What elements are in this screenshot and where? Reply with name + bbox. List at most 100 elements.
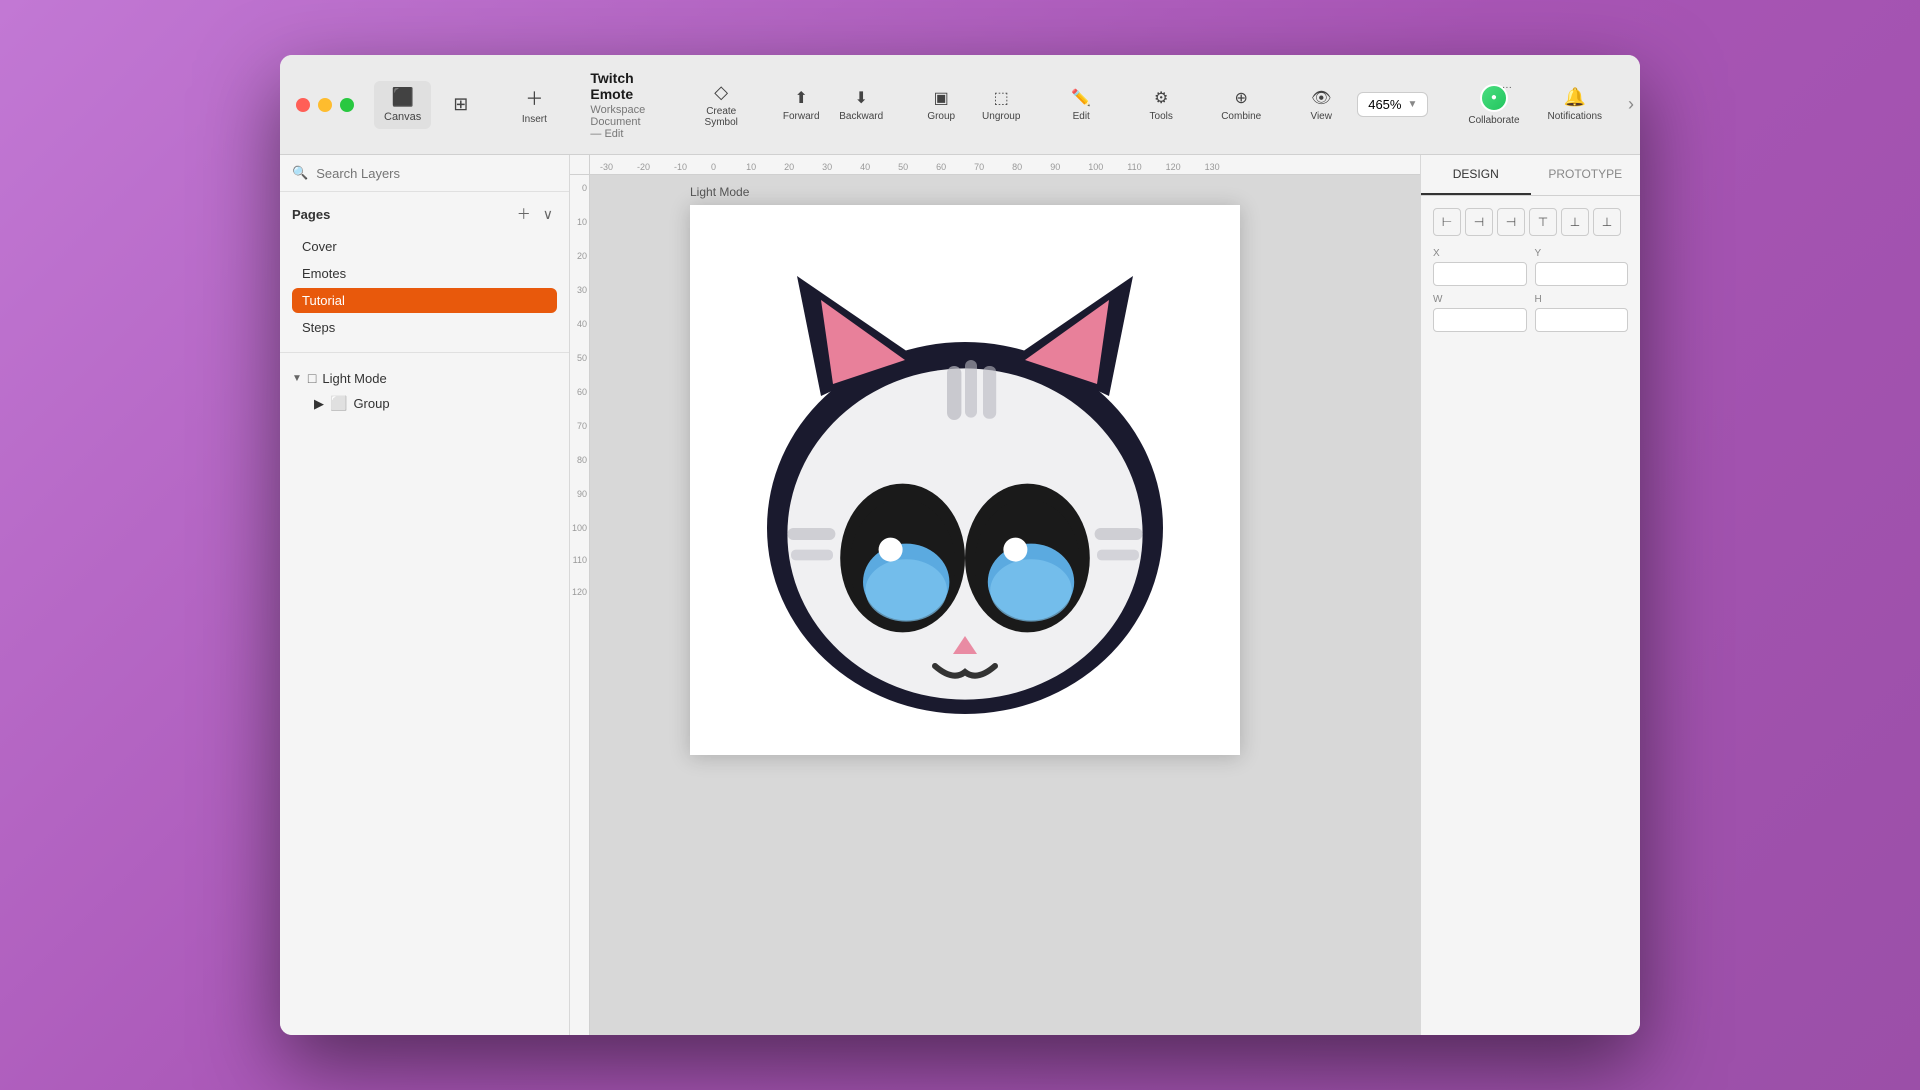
edit-button[interactable]: ✏️ Edit <box>1057 82 1105 128</box>
view-icon: 👁 <box>1311 88 1331 108</box>
zoom-control[interactable]: 465% ▼ <box>1357 92 1428 117</box>
window-controls <box>296 98 354 112</box>
combine-button[interactable]: ⊕ Combine <box>1217 82 1265 128</box>
search-input[interactable] <box>316 166 557 181</box>
collapse-icon: ▼ <box>292 373 302 384</box>
y-input[interactable] <box>1535 262 1629 286</box>
layer-light-mode[interactable]: ▼ □ Light Mode <box>292 365 557 391</box>
create-symbol-label: Create Symbol <box>705 106 738 128</box>
pages-menu-button[interactable]: ∨ <box>539 202 557 226</box>
ruler-left: 0 10 20 30 40 50 60 70 80 90 100 110 120 <box>570 175 590 1035</box>
align-left-button[interactable]: ⊢ <box>1433 208 1461 236</box>
tab-design[interactable]: DESIGN <box>1421 155 1531 195</box>
x-input[interactable] <box>1433 262 1527 286</box>
ruler-top: -30 -20 -10 0 10 20 30 40 50 60 70 80 90… <box>590 155 1420 175</box>
group-button[interactable]: ▣ Group <box>917 82 965 128</box>
canvas-icon: ⬛ <box>391 87 413 108</box>
align-bottom-button[interactable]: ⊥ <box>1593 208 1621 236</box>
notifications-button[interactable]: 🔔 Notifications <box>1540 81 1610 128</box>
maximize-button[interactable] <box>340 98 354 112</box>
app-title: Twitch Emote <box>590 70 645 102</box>
search-bar: 🔍 <box>280 155 569 192</box>
artboard-label: Light Mode <box>690 185 749 199</box>
edit-label: Edit <box>1073 111 1090 122</box>
page-item-steps[interactable]: Steps <box>292 315 557 340</box>
align-center-h-button[interactable]: ⊣ <box>1465 208 1493 236</box>
align-right-button[interactable]: ⊣ <box>1497 208 1525 236</box>
insert-label: Insert <box>522 114 547 125</box>
combine-icon: ⊕ <box>1235 88 1248 108</box>
h-field: H <box>1535 294 1629 332</box>
page-item-tutorial[interactable]: Tutorial <box>292 288 557 313</box>
avatar-initials: ● <box>1491 92 1497 103</box>
forward-button[interactable]: ⬆ Forward <box>777 82 825 128</box>
ungroup-button[interactable]: ⬚ Ungroup <box>977 82 1025 128</box>
combine-label: Combine <box>1221 111 1261 122</box>
artboard[interactable] <box>690 205 1240 755</box>
cat-svg <box>725 240 1205 720</box>
group-label: Group <box>927 111 955 122</box>
app-window: ⬛ Canvas ⊞ ＋ Insert Twitch Emote Workspa… <box>280 55 1640 1035</box>
add-page-button[interactable]: ＋ <box>513 202 535 226</box>
minimize-button[interactable] <box>318 98 332 112</box>
collaborate-button[interactable]: ● ··· Collaborate <box>1460 78 1527 132</box>
collab-more-icon: ··· <box>1502 82 1512 93</box>
tools-icon: ⚙ <box>1154 88 1168 108</box>
backward-button[interactable]: ⬇ Backward <box>837 82 885 128</box>
tools-label: Tools <box>1150 111 1173 122</box>
align-center-v-button[interactable]: ⊥ <box>1561 208 1589 236</box>
expand-button[interactable]: › <box>1622 88 1640 121</box>
x-field: X <box>1433 248 1527 286</box>
view-label: View <box>1310 111 1332 122</box>
group-icon: ▣ <box>934 88 949 108</box>
close-button[interactable] <box>296 98 310 112</box>
group-icon: ⬜ <box>330 395 347 412</box>
y-field: Y <box>1535 248 1629 286</box>
left-sidebar: 🔍 Pages ＋ ∨ Cover Emotes Tutorial Steps <box>280 155 570 1035</box>
panel-body: ⊢ ⊣ ⊣ ⊤ ⊥ ⊥ X Y <box>1421 196 1640 1035</box>
w-label: W <box>1433 294 1527 305</box>
grid-tool-button[interactable]: ⊞ <box>443 88 478 121</box>
canvas-tool-label: Canvas <box>384 111 421 123</box>
layer-group-item[interactable]: ▶ ⬜ Group <box>314 391 557 416</box>
diamond-icon: ◇ <box>714 82 728 103</box>
canvas-tool-button[interactable]: ⬛ Canvas <box>374 81 431 129</box>
collab-avatar-wrapper: ● ··· <box>1480 84 1508 112</box>
zoom-chevron-icon: ▼ <box>1407 99 1417 110</box>
create-symbol-button[interactable]: ◇ Create Symbol <box>697 76 745 134</box>
pages-section: Pages ＋ ∨ Cover Emotes Tutorial Steps <box>280 192 569 353</box>
notifications-label: Notifications <box>1548 111 1602 122</box>
align-top-button[interactable]: ⊤ <box>1529 208 1557 236</box>
wh-row: W H <box>1433 294 1628 332</box>
canvas-area: -30 -20 -10 0 10 20 30 40 50 60 70 80 90… <box>570 155 1420 1035</box>
app-subtitle: Workspace Document — Edit <box>590 104 645 140</box>
search-icon: 🔍 <box>292 165 308 181</box>
collaborate-label: Collaborate <box>1468 115 1519 126</box>
frame-icon: □ <box>308 370 316 386</box>
tools-button[interactable]: ⚙ Tools <box>1137 82 1185 128</box>
titlebar: ⬛ Canvas ⊞ ＋ Insert Twitch Emote Workspa… <box>280 55 1640 155</box>
expand-icon: ▶ <box>314 396 324 412</box>
forward-icon: ⬆ <box>795 88 808 108</box>
alignment-row: ⊢ ⊣ ⊣ ⊤ ⊥ ⊥ <box>1433 208 1628 236</box>
canvas-content: Light Mode <box>590 175 1420 1035</box>
ruler-corner <box>570 155 590 175</box>
x-label: X <box>1433 248 1527 259</box>
w-input[interactable] <box>1433 308 1527 332</box>
ungroup-icon: ⬚ <box>994 88 1009 108</box>
cat-illustration <box>690 205 1240 755</box>
view-button[interactable]: 👁 View <box>1297 82 1345 128</box>
page-item-emotes[interactable]: Emotes <box>292 261 557 286</box>
tab-prototype[interactable]: PROTOTYPE <box>1531 155 1641 195</box>
insert-button[interactable]: ＋ Insert <box>510 79 558 131</box>
w-field: W <box>1433 294 1527 332</box>
pages-header: Pages ＋ ∨ <box>292 202 557 226</box>
title-section: Twitch Emote Workspace Document — Edit <box>590 70 645 140</box>
plus-icon: ＋ <box>525 85 543 111</box>
backward-label: Backward <box>839 111 883 122</box>
h-label: H <box>1535 294 1629 305</box>
page-item-cover[interactable]: Cover <box>292 234 557 259</box>
panel-tabs: DESIGN PROTOTYPE <box>1421 155 1640 196</box>
backward-icon: ⬇ <box>855 88 868 108</box>
h-input[interactable] <box>1535 308 1629 332</box>
